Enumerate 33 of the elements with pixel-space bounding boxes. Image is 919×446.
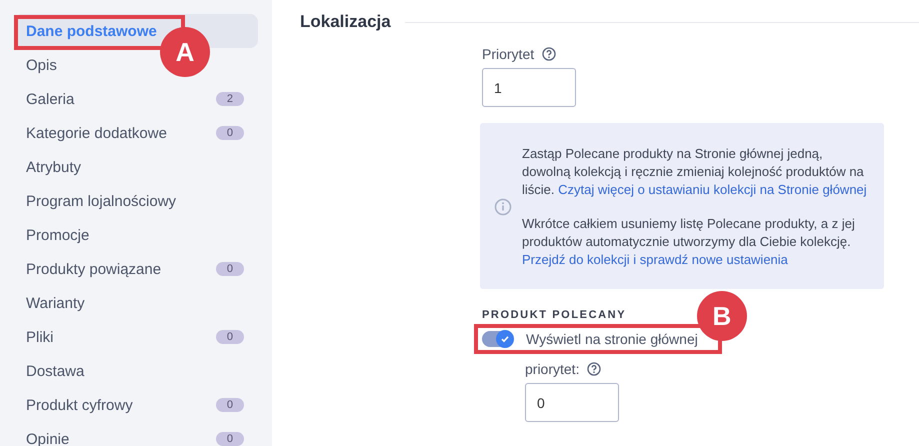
sidebar-item[interactable]: Promocje	[14, 218, 258, 252]
sidebar-item[interactable]: Dostawa	[14, 354, 258, 388]
info-paragraph: Zastąp Polecane produkty na Stronie głównej jedną, dowolną kolekcją i ręcznie zmieniaj kolejność produktów na liście. Czytaj więcej o ustawianiu kolekcji na Stronie głównej	[522, 145, 868, 199]
priority-input[interactable]: 0	[525, 383, 619, 422]
count-badge: 0	[216, 126, 244, 140]
section-title: Lokalizacja	[300, 12, 391, 32]
sidebar-item[interactable]: Produkt cyfrowy 0	[14, 388, 258, 422]
help-icon[interactable]	[542, 47, 556, 61]
count-badge: 0	[216, 262, 244, 276]
toggle-label: Wyświetl na stronie głównej	[526, 331, 698, 347]
toggle-switch[interactable]	[482, 331, 512, 347]
sidebar-item[interactable]: Produkty powiązane 0	[14, 252, 258, 286]
info-link[interactable]: Czytaj więcej o ustawianiu kolekcji na Stronie głównej	[558, 182, 867, 197]
sidebar-item[interactable]: Atrybuty	[14, 150, 258, 184]
section-heading: PRODUKT POLECANY	[482, 309, 626, 321]
count-badge: 2	[216, 92, 244, 106]
sidebar-item[interactable]: Galeria 2	[14, 82, 258, 116]
sidebar-item[interactable]: Kategorie dodatkowe 0	[14, 116, 258, 150]
field-label: priorytet:	[525, 361, 580, 377]
annotation-marker: B	[696, 291, 747, 341]
sidebar-item[interactable]: Program lojalnościowy	[14, 184, 258, 218]
help-icon[interactable]	[587, 362, 602, 376]
count-badge: 0	[216, 330, 244, 344]
sidebar-item[interactable]: Warianty	[14, 286, 258, 320]
check-icon	[500, 334, 510, 344]
field-label: Priorytet	[482, 46, 534, 62]
sidebar-item[interactable]: Pliki 0	[14, 320, 258, 354]
info-paragraph: Wkrótce całkiem usuniemy listę Polecane produkty, a z jej produktów automatycznie utworzymy dla Ciebie kolekcję. Przejdź do kolekcji i sprawdź nowe ustawienia	[522, 215, 856, 269]
info-icon	[494, 198, 512, 216]
count-badge: 0	[216, 398, 244, 412]
info-link[interactable]: Przejdź do kolekcji i sprawdź nowe ustawienia	[522, 252, 788, 267]
count-badge: 0	[216, 432, 244, 446]
priority-input[interactable]: 1	[482, 68, 576, 107]
